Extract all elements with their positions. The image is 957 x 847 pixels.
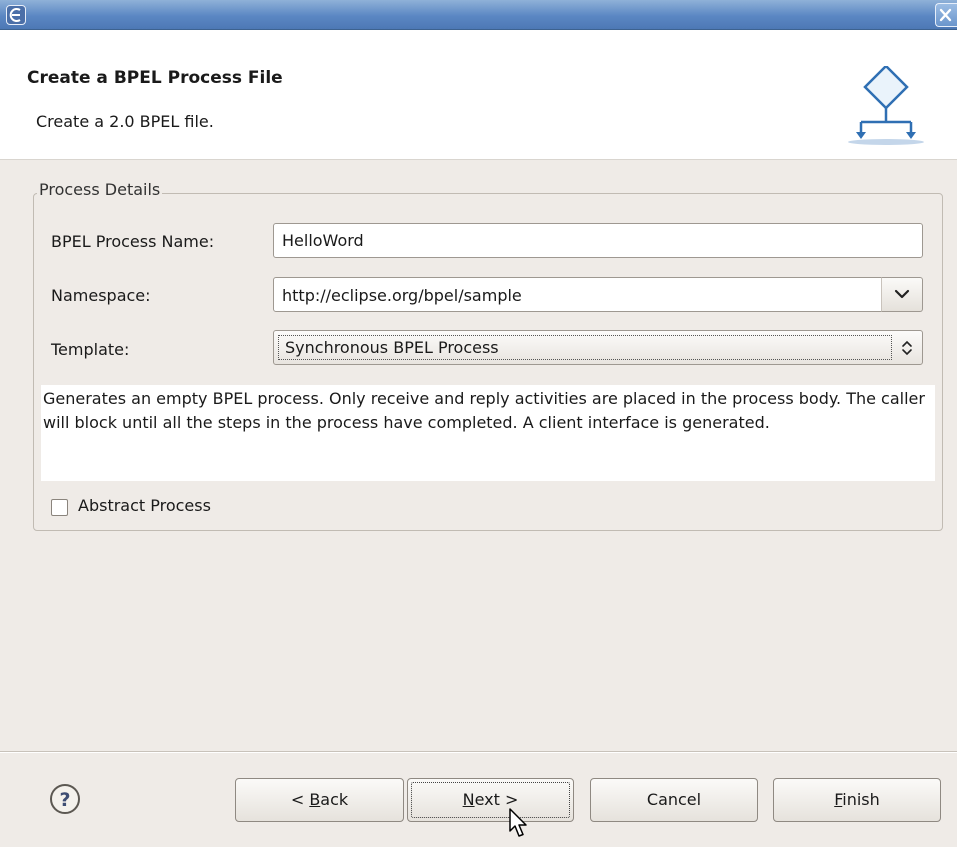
- finish-button[interactable]: Finish: [773, 778, 941, 822]
- process-name-label: BPEL Process Name:: [51, 232, 215, 251]
- help-icon[interactable]: ?: [49, 783, 81, 815]
- eclipse-window-icon: [6, 5, 26, 25]
- finish-button-label: Finish: [834, 790, 880, 809]
- process-details-legend: Process Details: [37, 180, 163, 199]
- window-titlebar[interactable]: [0, 0, 957, 30]
- page-description: Create a 2.0 BPEL file.: [36, 112, 214, 131]
- template-select[interactable]: Synchronous BPEL Process: [273, 330, 923, 365]
- cancel-button-label: Cancel: [646, 790, 702, 809]
- mouse-pointer-icon: [509, 808, 527, 837]
- chevron-down-icon: [894, 289, 910, 299]
- next-button[interactable]: Next >: [407, 778, 574, 822]
- namespace-dropdown-button[interactable]: [881, 277, 923, 312]
- back-button-label: < Back: [290, 790, 349, 809]
- template-label: Template:: [51, 340, 130, 359]
- namespace-label: Namespace:: [51, 286, 151, 305]
- close-icon: [939, 8, 952, 22]
- process-name-input[interactable]: [273, 223, 923, 258]
- wizard-header: Create a BPEL Process File Create a 2.0 …: [0, 30, 957, 160]
- svg-text:?: ?: [59, 789, 70, 811]
- template-description: Generates an empty BPEL process. Only re…: [41, 385, 935, 481]
- back-button[interactable]: < Back: [235, 778, 404, 822]
- close-button[interactable]: [935, 3, 957, 27]
- up-down-spinner-icon: [902, 340, 912, 356]
- abstract-process-label[interactable]: Abstract Process: [78, 496, 211, 515]
- template-select-value: Synchronous BPEL Process: [285, 338, 499, 357]
- cancel-button[interactable]: Cancel: [590, 778, 758, 822]
- bpel-process-icon: [848, 66, 924, 145]
- abstract-process-checkbox[interactable]: [51, 499, 68, 516]
- button-bar-separator: [0, 751, 957, 753]
- namespace-combo-input[interactable]: http://eclipse.org/bpel/sample: [273, 277, 882, 312]
- page-title: Create a BPEL Process File: [27, 68, 283, 88]
